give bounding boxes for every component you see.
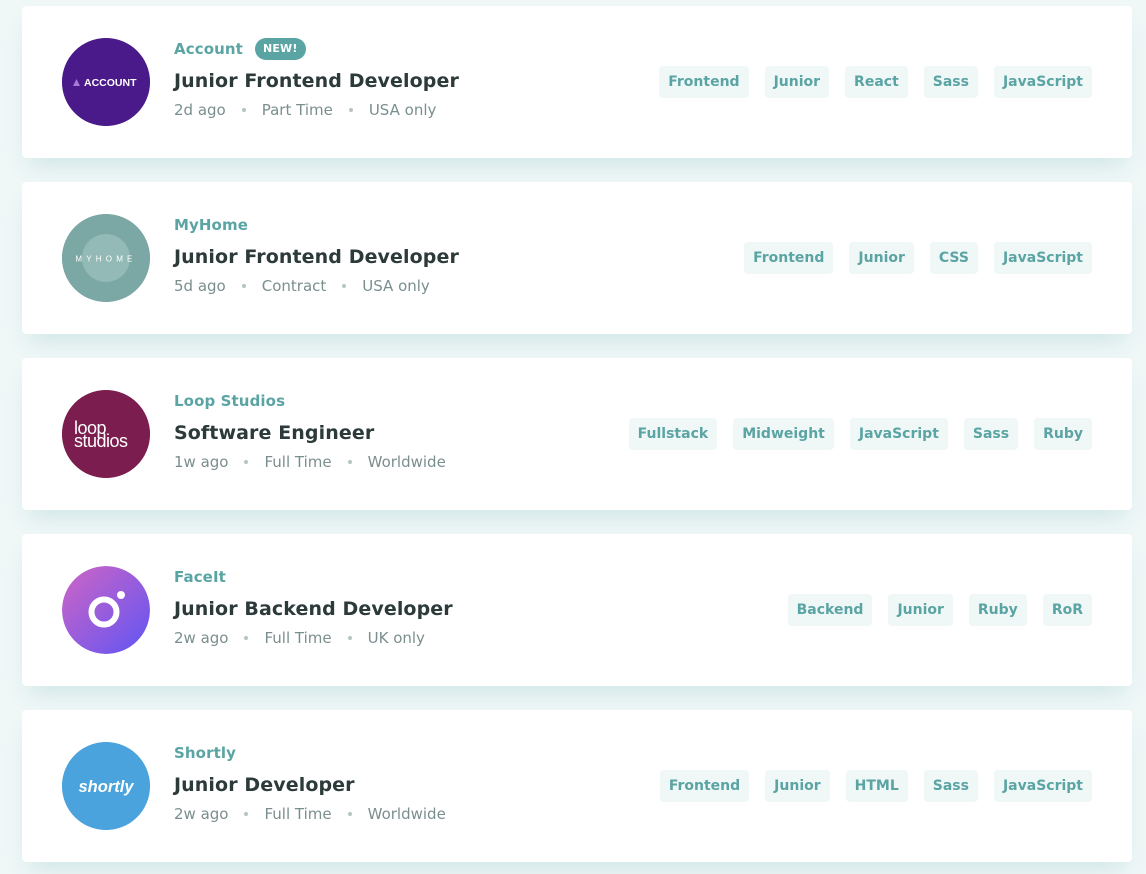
company-logo: shortly bbox=[62, 742, 150, 830]
tag-filter[interactable]: Sass bbox=[923, 66, 978, 98]
separator-dot bbox=[342, 284, 347, 288]
posted-at: 2d ago bbox=[174, 101, 226, 119]
separator-dot bbox=[244, 460, 249, 464]
job-title[interactable]: Software Engineer bbox=[174, 420, 634, 446]
tag-filter[interactable]: CSS bbox=[929, 242, 978, 274]
job-card[interactable]: FaceIt Junior Backend Developer 2w ago F… bbox=[22, 534, 1132, 686]
tag-filter[interactable]: JavaScript bbox=[849, 418, 948, 450]
job-title[interactable]: Junior Developer bbox=[174, 772, 634, 798]
job-card[interactable]: MYHOME MyHome Junior Frontend Developer … bbox=[22, 182, 1132, 334]
job-info: MyHome Junior Frontend Developer 5d ago … bbox=[174, 212, 634, 296]
tag-filter[interactable]: Frontend bbox=[744, 242, 834, 274]
new-badge: NEW! bbox=[254, 38, 306, 60]
logo-text: MYHOME bbox=[75, 255, 136, 264]
tag-filter[interactable]: JavaScript bbox=[993, 770, 1092, 802]
posted-at: 2w ago bbox=[174, 805, 229, 823]
tag-filter[interactable]: Junior bbox=[764, 66, 830, 98]
tag-list: Frontend Junior React Sass JavaScript bbox=[659, 66, 1092, 98]
job-location: USA only bbox=[362, 277, 430, 295]
job-meta: 2w ago Full Time UK only bbox=[174, 628, 634, 648]
tag-filter[interactable]: Sass bbox=[923, 770, 978, 802]
contract-type: Full Time bbox=[264, 629, 332, 647]
posted-at: 1w ago bbox=[174, 453, 229, 471]
tag-filter[interactable]: Sass bbox=[963, 418, 1019, 450]
company-row: Account NEW! bbox=[174, 36, 634, 62]
tag-list: Frontend Junior CSS JavaScript bbox=[744, 242, 1092, 274]
account-logo-icon: ACCOUNT bbox=[62, 38, 150, 126]
posted-at: 2w ago bbox=[174, 629, 229, 647]
job-location: UK only bbox=[367, 629, 425, 647]
job-info: Loop Studios Software Engineer 1w ago Fu… bbox=[174, 388, 634, 472]
company-name[interactable]: Account bbox=[174, 40, 243, 58]
tag-filter[interactable]: Ruby bbox=[1034, 418, 1092, 450]
job-location: USA only bbox=[368, 101, 437, 119]
tag-list: Frontend Junior HTML Sass JavaScript bbox=[659, 770, 1092, 802]
contract-type: Contract bbox=[261, 277, 327, 295]
company-name[interactable]: MyHome bbox=[174, 216, 248, 234]
faceit-logo-icon bbox=[62, 566, 150, 654]
job-location: Worldwide bbox=[367, 453, 446, 471]
separator-dot bbox=[347, 636, 352, 640]
separator-dot bbox=[348, 108, 353, 112]
job-info: Account NEW! Junior Frontend Developer 2… bbox=[174, 36, 634, 120]
tag-filter[interactable]: JavaScript bbox=[993, 66, 1092, 98]
logo-text: ACCOUNT bbox=[84, 77, 137, 89]
job-card[interactable]: shortly Shortly Junior Developer 2w ago … bbox=[22, 710, 1132, 862]
tag-filter[interactable]: JavaScript bbox=[993, 242, 1092, 274]
separator-dot bbox=[347, 812, 352, 816]
posted-at: 5d ago bbox=[174, 277, 226, 295]
tag-filter[interactable]: Midweight bbox=[733, 418, 834, 450]
tag-filter[interactable]: RoR bbox=[1042, 594, 1092, 626]
separator-dot bbox=[241, 108, 246, 112]
tag-filter[interactable]: Fullstack bbox=[628, 418, 718, 450]
contract-type: Full Time bbox=[264, 453, 332, 471]
tag-filter[interactable]: Ruby bbox=[968, 594, 1027, 626]
company-logo: MYHOME bbox=[62, 214, 150, 302]
company-row: MyHome bbox=[174, 212, 634, 238]
separator-dot bbox=[241, 284, 246, 288]
tag-filter[interactable]: Frontend bbox=[659, 770, 750, 802]
company-logo: loop studios bbox=[62, 390, 150, 478]
logo-text: shortly bbox=[78, 778, 134, 796]
company-row: Loop Studios bbox=[174, 388, 634, 414]
tag-list: Backend Junior Ruby RoR bbox=[787, 594, 1092, 626]
company-name[interactable]: Loop Studios bbox=[174, 392, 285, 410]
logo-text-line2: studios bbox=[74, 431, 128, 451]
job-card[interactable]: loop studios Loop Studios Software Engin… bbox=[22, 358, 1132, 510]
job-meta: 1w ago Full Time Worldwide bbox=[174, 452, 634, 472]
separator-dot bbox=[244, 812, 249, 816]
job-meta: 2w ago Full Time Worldwide bbox=[174, 804, 634, 824]
tag-filter[interactable]: HTML bbox=[845, 770, 908, 802]
job-info: Shortly Junior Developer 2w ago Full Tim… bbox=[174, 740, 634, 824]
company-row: Shortly bbox=[174, 740, 634, 766]
company-name[interactable]: FaceIt bbox=[174, 568, 226, 586]
tag-filter[interactable]: React bbox=[845, 66, 908, 98]
company-logo bbox=[62, 566, 150, 654]
tag-filter[interactable]: Junior bbox=[888, 594, 953, 626]
company-name[interactable]: Shortly bbox=[174, 744, 236, 762]
job-title[interactable]: Junior Frontend Developer bbox=[174, 68, 634, 94]
tag-list: Fullstack Midweight JavaScript Sass Ruby bbox=[628, 418, 1092, 450]
tag-filter[interactable]: Backend bbox=[787, 594, 873, 626]
job-title[interactable]: Junior Backend Developer bbox=[174, 596, 634, 622]
contract-type: Part Time bbox=[261, 101, 333, 119]
job-location: Worldwide bbox=[367, 805, 446, 823]
separator-dot bbox=[244, 636, 249, 640]
job-card[interactable]: ACCOUNT Account NEW! Junior Frontend Dev… bbox=[22, 6, 1132, 158]
tag-filter[interactable]: Frontend bbox=[659, 66, 749, 98]
myhome-logo-icon: MYHOME bbox=[62, 214, 150, 302]
job-info: FaceIt Junior Backend Developer 2w ago F… bbox=[174, 564, 634, 648]
tag-filter[interactable]: Junior bbox=[765, 770, 830, 802]
job-list: ACCOUNT Account NEW! Junior Frontend Dev… bbox=[0, 0, 1146, 874]
loop-studios-logo-icon: loop studios bbox=[62, 390, 150, 478]
company-logo: ACCOUNT bbox=[62, 38, 150, 126]
company-row: FaceIt bbox=[174, 564, 634, 590]
job-title[interactable]: Junior Frontend Developer bbox=[174, 244, 634, 270]
separator-dot bbox=[347, 460, 352, 464]
tag-filter[interactable]: Junior bbox=[849, 242, 914, 274]
contract-type: Full Time bbox=[264, 805, 332, 823]
job-meta: 5d ago Contract USA only bbox=[174, 276, 634, 296]
job-meta: 2d ago Part Time USA only bbox=[174, 100, 634, 120]
shortly-logo-icon: shortly bbox=[62, 742, 150, 830]
